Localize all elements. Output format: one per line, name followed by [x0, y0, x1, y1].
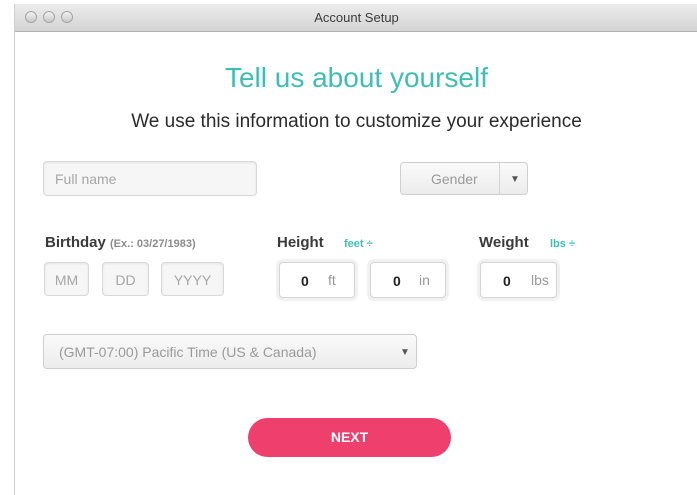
height-inches-unit: in [419, 272, 430, 288]
birthday-year-input[interactable]: YYYY [161, 262, 224, 296]
gender-selected-value: Gender [431, 171, 478, 187]
month-placeholder: MM [54, 272, 79, 288]
height-feet-value: 0 [301, 273, 309, 289]
page-subtitle: We use this information to customize you… [131, 111, 582, 132]
chevron-down-icon: ▼ [510, 174, 520, 185]
birthday-day-input[interactable]: DD [102, 262, 149, 296]
select-divider [499, 163, 500, 194]
height-inches-input[interactable]: 0 in [370, 262, 446, 298]
chevron-down-icon: ▼ [400, 347, 410, 358]
height-label: Height [277, 234, 324, 251]
height-feet-input[interactable]: 0 ft [279, 262, 355, 298]
account-setup-window: Account Setup Tell us about yourself We … [14, 4, 697, 495]
full-name-input[interactable]: Full name [43, 161, 257, 196]
height-unit-selector[interactable]: feet ÷ [344, 238, 373, 250]
title-bar: Account Setup [15, 4, 697, 32]
page-title: Tell us about yourself [224, 62, 489, 93]
weight-unit: lbs [531, 272, 549, 288]
next-button[interactable]: NEXT [248, 418, 451, 457]
year-placeholder: YYYY [173, 272, 212, 288]
birthday-month-input[interactable]: MM [44, 262, 89, 296]
timezone-select[interactable]: (GMT-07:00) Pacific Time (US & Canada) ▼ [43, 334, 417, 369]
height-feet-unit: ft [328, 272, 336, 288]
weight-unit-selector[interactable]: lbs ÷ [550, 238, 575, 250]
day-placeholder: DD [115, 272, 136, 288]
birthday-label-text: Birthday [45, 234, 106, 251]
birthday-hint: (Ex.: 03/27/1983) [110, 238, 196, 250]
birthday-label: Birthday (Ex.: 03/27/1983) [45, 234, 196, 251]
full-name-placeholder: Full name [55, 171, 117, 187]
gender-select[interactable]: Gender ▼ [400, 162, 528, 195]
weight-input[interactable]: 0 lbs [480, 262, 557, 298]
height-inches-value: 0 [393, 273, 401, 289]
weight-value: 0 [503, 273, 511, 289]
window-title: Account Setup [314, 10, 399, 25]
timezone-selected-value: (GMT-07:00) Pacific Time (US & Canada) [59, 344, 317, 360]
weight-label: Weight [479, 234, 529, 251]
